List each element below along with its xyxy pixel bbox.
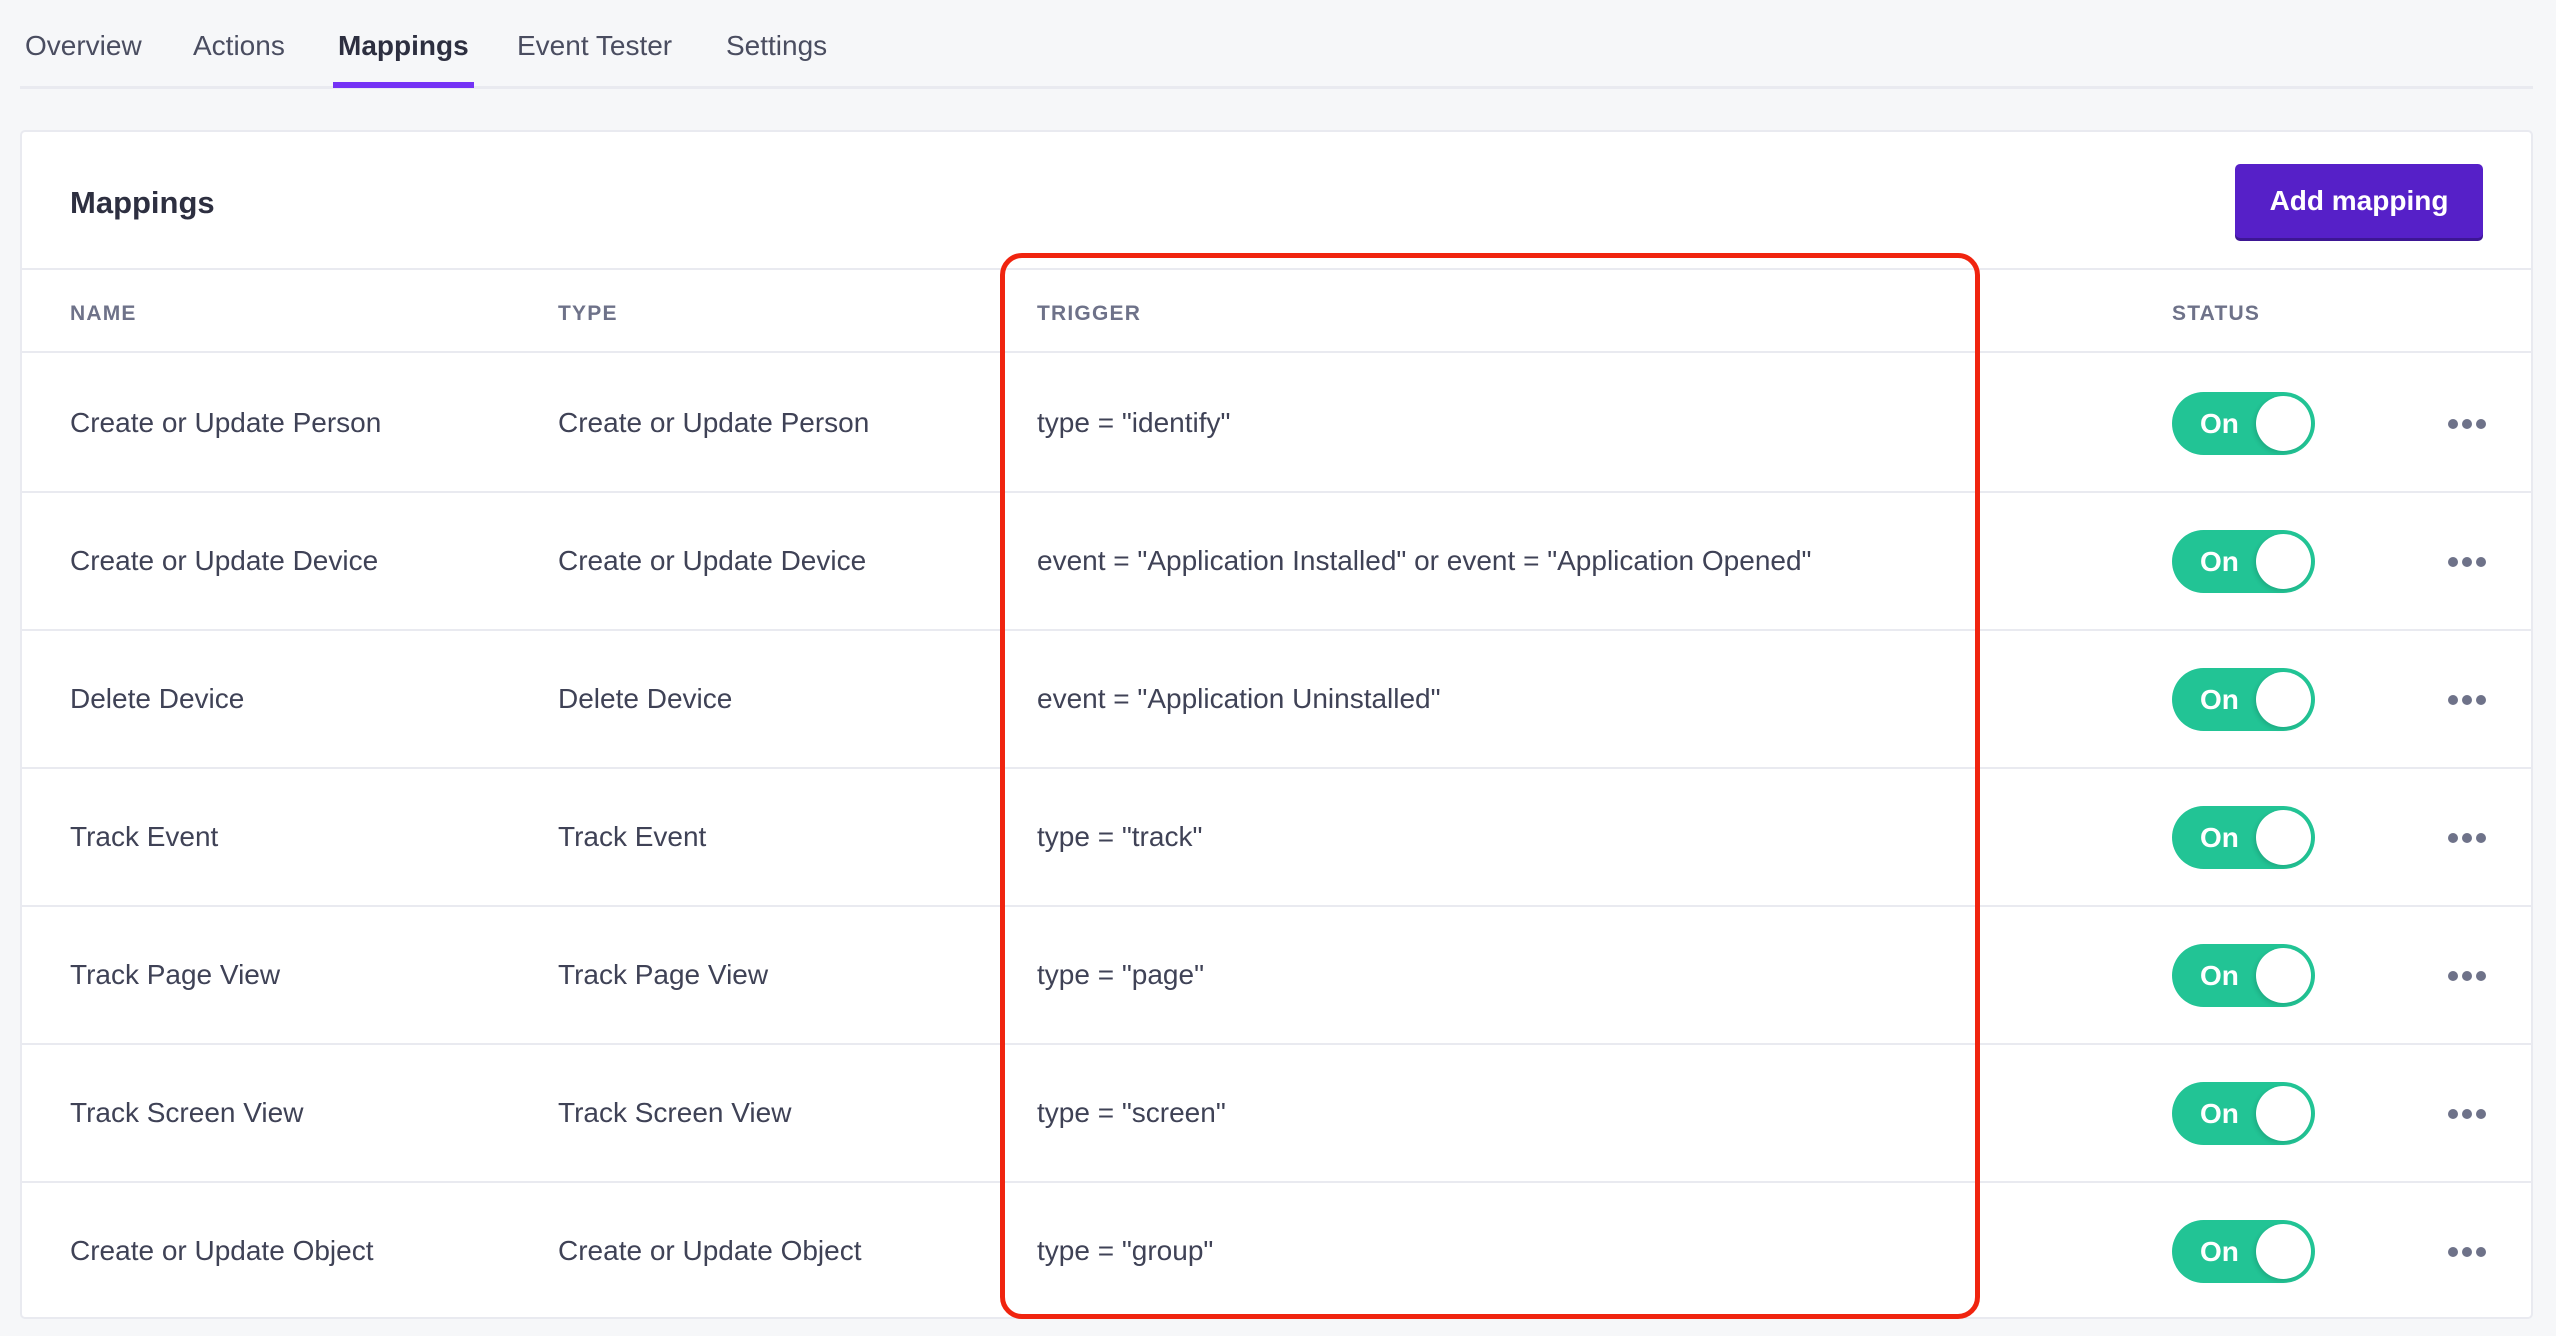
status-toggle-label: On <box>2200 546 2239 577</box>
status-toggle-label: On <box>2200 1098 2239 1129</box>
table-row[interactable]: Track Screen View Track Screen View type… <box>22 1045 2531 1183</box>
dot <box>2476 419 2486 429</box>
mapping-name[interactable]: Delete Device <box>70 631 244 767</box>
column-header-type[interactable]: TYPE <box>558 302 618 326</box>
toggle-knob <box>2256 396 2311 451</box>
mapping-type: Delete Device <box>558 683 733 714</box>
tab-bar: Overview Actions Mappings Event Tester S… <box>20 0 2533 89</box>
mappings-card: Mappings Add mapping NAME TYPE TRIGGER S… <box>20 130 2533 1319</box>
table-row[interactable]: Track Event Track Event type = "track" O… <box>22 769 2531 907</box>
status-toggle-label: On <box>2200 408 2239 439</box>
dot <box>2462 695 2472 705</box>
dot <box>2448 1109 2458 1119</box>
table-row[interactable]: Delete Device Delete Device event = "App… <box>22 631 2531 769</box>
mapping-type: Create or Update Person <box>558 407 870 438</box>
mapping-name[interactable]: Create or Update Person <box>70 355 381 491</box>
card-title: Mappings <box>70 185 215 220</box>
more-horizontal-icon[interactable] <box>2442 961 2492 991</box>
tab-label: Actions <box>193 30 285 61</box>
status-toggle[interactable]: On <box>2172 530 2315 593</box>
active-tab-indicator <box>333 82 474 88</box>
mapping-name[interactable]: Track Screen View <box>70 1045 303 1181</box>
tab-overview[interactable]: Overview <box>25 30 142 85</box>
column-header-name[interactable]: NAME <box>70 302 137 326</box>
dot <box>2462 833 2472 843</box>
mapping-trigger: event = "Application Installed" or event… <box>1037 545 1812 576</box>
more-horizontal-icon[interactable] <box>2442 1099 2492 1129</box>
toggle-knob <box>2256 672 2311 727</box>
tab-event-tester[interactable]: Event Tester <box>517 30 672 85</box>
mapping-trigger: type = "screen" <box>1037 1097 1226 1128</box>
status-toggle[interactable]: On <box>2172 1082 2315 1145</box>
mapping-trigger: event = "Application Uninstalled" <box>1037 683 1441 714</box>
more-horizontal-icon[interactable] <box>2442 409 2492 439</box>
tab-settings[interactable]: Settings <box>726 30 827 85</box>
more-horizontal-icon[interactable] <box>2442 823 2492 853</box>
status-toggle[interactable]: On <box>2172 668 2315 731</box>
table-header: NAME TYPE TRIGGER STATUS <box>22 270 2531 353</box>
more-horizontal-icon[interactable] <box>2442 1237 2492 1267</box>
status-toggle-label: On <box>2200 1236 2239 1267</box>
status-toggle[interactable]: On <box>2172 806 2315 869</box>
mapping-trigger: type = "group" <box>1037 1235 1214 1266</box>
dot <box>2462 1109 2472 1119</box>
mapping-type: Create or Update Device <box>558 545 867 576</box>
tab-actions[interactable]: Actions <box>193 30 285 85</box>
dot <box>2476 1109 2486 1119</box>
mapping-trigger: type = "page" <box>1037 959 1205 990</box>
status-toggle-label: On <box>2200 822 2239 853</box>
dot <box>2462 419 2472 429</box>
dot <box>2462 557 2472 567</box>
status-toggle-label: On <box>2200 684 2239 715</box>
dot <box>2448 557 2458 567</box>
tab-label: Mappings <box>338 30 469 61</box>
status-toggle[interactable]: On <box>2172 392 2315 455</box>
add-mapping-button[interactable]: Add mapping <box>2235 164 2483 238</box>
more-horizontal-icon[interactable] <box>2442 685 2492 715</box>
dot <box>2476 695 2486 705</box>
dot <box>2476 833 2486 843</box>
toggle-knob <box>2256 1224 2311 1279</box>
dot <box>2448 833 2458 843</box>
table-row[interactable]: Create or Update Device Create or Update… <box>22 493 2531 631</box>
status-toggle[interactable]: On <box>2172 944 2315 1007</box>
mapping-type: Track Event <box>558 821 707 852</box>
tab-mappings[interactable]: Mappings <box>333 30 474 88</box>
table-row[interactable]: Create or Update Object Create or Update… <box>22 1183 2531 1321</box>
dot <box>2462 971 2472 981</box>
column-header-status[interactable]: STATUS <box>2172 302 2260 326</box>
mapping-trigger: type = "track" <box>1037 821 1203 852</box>
dot <box>2448 971 2458 981</box>
toggle-knob <box>2256 948 2311 1003</box>
mapping-type: Create or Update Object <box>558 1235 862 1266</box>
mapping-type: Track Page View <box>558 959 769 990</box>
mapping-name[interactable]: Create or Update Device <box>70 493 378 629</box>
toggle-knob <box>2256 534 2311 589</box>
dot <box>2462 1247 2472 1257</box>
status-toggle-label: On <box>2200 960 2239 991</box>
tab-label: Overview <box>25 30 142 61</box>
table-row[interactable]: Track Page View Track Page View type = "… <box>22 907 2531 1045</box>
mapping-type: Track Screen View <box>558 1097 792 1128</box>
more-horizontal-icon[interactable] <box>2442 547 2492 577</box>
mapping-name[interactable]: Track Page View <box>70 907 280 1043</box>
tab-label: Settings <box>726 30 828 61</box>
column-header-trigger[interactable]: TRIGGER <box>1037 302 1141 326</box>
toggle-knob <box>2256 1086 2311 1141</box>
status-toggle[interactable]: On <box>2172 1220 2315 1283</box>
tab-label: Event Tester <box>517 30 673 61</box>
dot <box>2476 971 2486 981</box>
dot <box>2448 695 2458 705</box>
dot <box>2476 1247 2486 1257</box>
dot <box>2448 1247 2458 1257</box>
toggle-knob <box>2256 810 2311 865</box>
mapping-name[interactable]: Create or Update Object <box>70 1183 374 1319</box>
dot <box>2448 419 2458 429</box>
table-row[interactable]: Create or Update Person Create or Update… <box>22 355 2531 493</box>
dot <box>2476 557 2486 567</box>
mapping-name[interactable]: Track Event <box>70 769 218 905</box>
mapping-trigger: type = "identify" <box>1037 407 1231 438</box>
